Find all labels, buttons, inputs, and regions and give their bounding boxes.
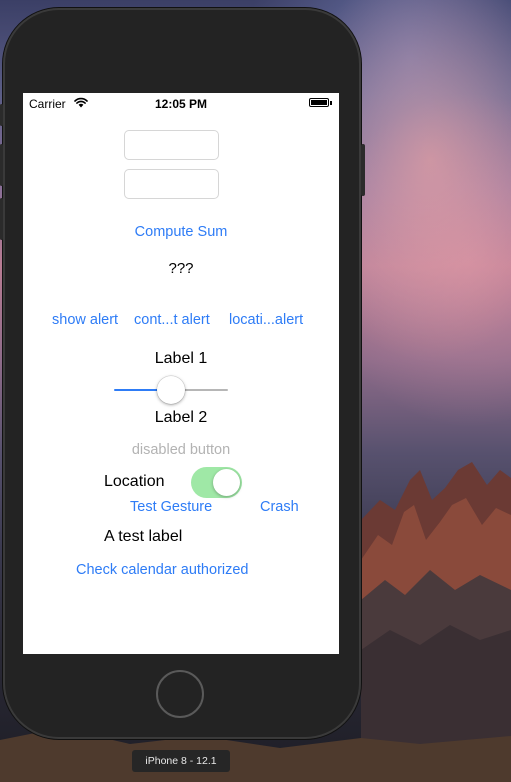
location-switch[interactable] [191, 467, 242, 498]
device-power-button [361, 144, 365, 196]
show-alert-button[interactable]: show alert [52, 312, 118, 328]
location-label: Location [104, 473, 165, 490]
simulator-screen: Carrier 12:05 PM Compute Sum ??? show al… [23, 93, 339, 654]
compute-sum-button[interactable]: Compute Sum [23, 224, 339, 240]
value-slider[interactable] [114, 375, 228, 405]
disabled-button[interactable]: disabled button [23, 442, 339, 458]
status-time: 12:05 PM [154, 97, 208, 111]
label-1: Label 1 [154, 350, 208, 367]
battery-level-fill [311, 100, 327, 105]
label-2: Label 2 [154, 409, 208, 426]
location-alert-button[interactable]: locati...alert [229, 312, 303, 328]
check-calendar-button[interactable]: Check calendar authorized [76, 562, 249, 578]
sum-result-label: ??? [168, 260, 194, 277]
device-caption-label: iPhone 8 - 12.1 [132, 750, 230, 772]
status-bar: Carrier 12:05 PM [23, 93, 339, 113]
device-volume-down-button [0, 198, 3, 240]
home-button[interactable] [156, 670, 204, 718]
battery-tip [330, 101, 332, 105]
test-gesture-button[interactable]: Test Gesture [130, 499, 212, 515]
crash-button[interactable]: Crash [260, 499, 299, 515]
switch-knob [213, 469, 240, 496]
test-label: A test label [104, 528, 183, 545]
number-field-1[interactable] [124, 130, 219, 160]
number-field-2[interactable] [124, 169, 219, 199]
device-mute-switch [0, 104, 3, 126]
battery-icon [309, 98, 329, 107]
slider-thumb[interactable] [157, 376, 185, 404]
device-volume-up-button [0, 144, 3, 186]
contacts-alert-button[interactable]: cont...t alert [134, 312, 210, 328]
